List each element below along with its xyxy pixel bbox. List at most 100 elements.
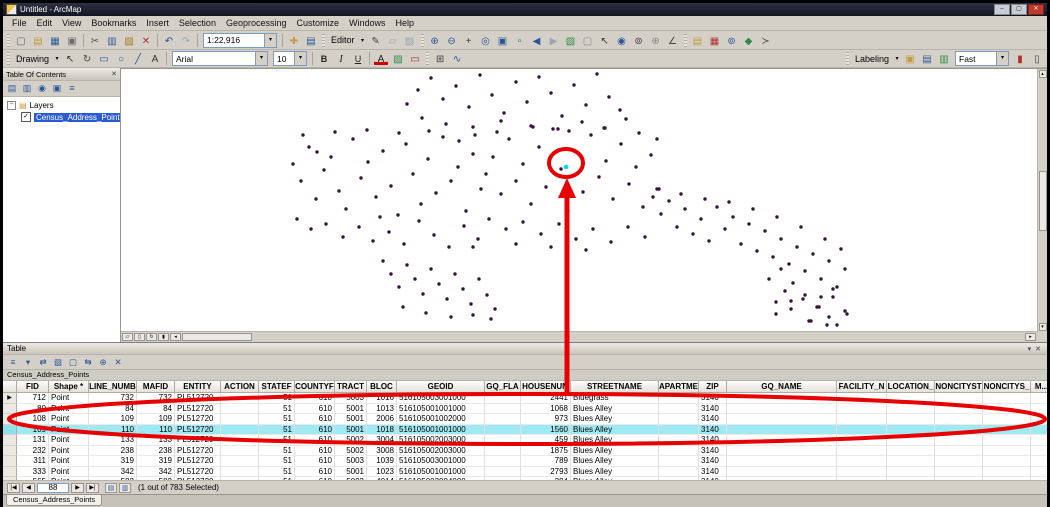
model-builder-icon[interactable]: ◆ [741,33,757,48]
dropdown-caret-icon[interactable]: ▾ [255,52,267,65]
view-unplaced-labels-icon[interactable]: ▯ [1029,51,1045,66]
row-selector[interactable] [3,435,17,446]
list-by-source-icon[interactable]: ▥ [20,82,34,95]
delete-icon[interactable]: ✕ [138,33,154,48]
menu-bookmarks[interactable]: Bookmarks [86,18,141,28]
column-header-countyf[interactable]: COUNTYF [295,381,335,393]
table-row[interactable]: 232Point238238PL512720516105002300851610… [3,446,1047,457]
layout-view-icon[interactable]: ▯ [134,333,145,341]
toc-close-icon[interactable]: ✕ [111,70,117,78]
search-icon[interactable]: ⊚ [724,33,740,48]
paste-icon[interactable]: ▨ [121,33,137,48]
text-tool-icon[interactable]: A [147,51,163,66]
show-all-records-button[interactable]: ▤ [105,483,117,493]
map-horizontal-scrollbar[interactable]: ▱ ▯ ↻ ▮ ◂ ▸ [121,331,1037,342]
column-header-shape-[interactable]: Shape * [49,381,89,393]
list-by-selection-icon[interactable]: ▣ [50,82,64,95]
delete-selected-icon[interactable]: ✕ [111,356,125,368]
pause-labeling-icon[interactable]: ▮ [1012,51,1028,66]
line-tool-icon[interactable]: ╱ [130,51,146,66]
maximize-button[interactable]: ▢ [1011,4,1027,15]
edit-vertices-icon[interactable]: ▱ [385,33,401,48]
add-data-icon[interactable]: ✚ [286,33,302,48]
zoom-to-selected-icon[interactable]: ⊕ [96,356,110,368]
menu-help[interactable]: Help [391,18,420,28]
map-scale-combo[interactable]: 1:22,916▾ [203,33,277,48]
layer-visibility-checkbox[interactable]: ✓ [21,112,31,122]
pan-icon[interactable]: + [461,33,477,48]
toc-options-icon[interactable]: ≡ [65,82,79,95]
trace-icon[interactable]: ∿ [449,51,465,66]
arc-catalog-icon[interactable]: ▤ [690,33,706,48]
rectangle-tool-icon[interactable]: ▭ [96,51,112,66]
menu-selection[interactable]: Selection [174,18,221,28]
menu-windows[interactable]: Windows [344,18,391,28]
next-record-button[interactable]: ▶ [71,483,84,493]
back-extent-icon[interactable]: ◀ [529,33,545,48]
toolbar-grip[interactable] [426,52,429,65]
record-number-input[interactable] [37,483,69,493]
measure-icon[interactable]: ∠ [665,33,681,48]
create-features-icon[interactable]: ▧ [402,33,418,48]
column-header-geoid[interactable]: GEOID [397,381,485,393]
map-view[interactable]: ▱ ▯ ↻ ▮ ◂ ▸ ▴ ▾ [121,68,1047,342]
menu-insert[interactable]: Insert [141,18,174,28]
select-elements-icon[interactable]: ↖ [597,33,613,48]
column-header-tract[interactable]: TRACT [335,381,367,393]
collapse-expander-icon[interactable]: − [7,101,16,110]
scroll-up-icon[interactable]: ▴ [1039,70,1047,78]
column-header-noncitys-[interactable]: NONCITYS_ [983,381,1031,393]
toolbar-grip[interactable] [7,34,10,47]
list-by-visibility-icon[interactable]: ◉ [35,82,49,95]
zoom-out-icon[interactable]: ⊖ [444,33,460,48]
column-header-noncityst[interactable]: NONCITYST [935,381,983,393]
menu-customize[interactable]: Customize [292,18,345,28]
toolbar-grip[interactable] [322,34,325,47]
select-features-icon[interactable]: ▧ [563,33,579,48]
table-tab-census-address-points[interactable]: Census_Address_Points [6,495,102,506]
select-elements-icon[interactable]: ↖ [62,51,78,66]
rotate-tool-icon[interactable]: ↻ [79,51,95,66]
full-extent-icon[interactable]: ◎ [478,33,494,48]
table-dock-icon[interactable]: ▾ [1026,346,1034,353]
switch-selection-icon[interactable]: ⇆ [81,356,95,368]
table-row[interactable]: 311Point319319PL512720516105003103951610… [3,456,1047,467]
map-vertical-scrollbar[interactable]: ▴ ▾ [1037,69,1047,332]
related-tables-icon[interactable]: ⇄ [36,356,50,368]
row-selector[interactable]: ▶ [3,393,17,404]
clear-selection-icon[interactable]: ▢ [580,33,596,48]
dropdown-caret-icon[interactable]: ▾ [53,55,61,62]
font-combo[interactable]: Arial▾ [172,51,268,66]
column-header-apartme[interactable]: APARTME [659,381,699,393]
save-icon[interactable]: ▦ [47,33,63,48]
find-icon[interactable]: ⊚ [631,33,647,48]
scroll-left-icon[interactable]: ◂ [170,333,181,341]
toolbar-grip[interactable] [421,34,424,47]
scroll-down-icon[interactable]: ▾ [1039,323,1047,331]
editor-menu[interactable]: Editor [328,35,358,45]
column-header-entity[interactable]: ENTITY [175,381,221,393]
toolbar-grip[interactable] [846,52,849,65]
go-to-xy-icon[interactable]: ⊕ [648,33,664,48]
identify-icon[interactable]: ◉ [614,33,630,48]
copy-icon[interactable]: ▥ [104,33,120,48]
labeling-menu[interactable]: Labeling [852,54,892,64]
select-by-attributes-icon[interactable]: ▧ [51,356,65,368]
table-close-icon[interactable]: ✕ [1033,346,1043,353]
dropdown-caret-icon[interactable]: ▾ [264,34,276,47]
fill-color-icon[interactable]: ▨ [390,51,406,66]
python-icon[interactable]: ≻ [758,33,774,48]
column-header-gq-name[interactable]: GQ_NAME [727,381,837,393]
table-row[interactable]: 333Point342342PL512720516105001102351610… [3,467,1047,478]
column-header-streetname[interactable]: STREETNAME [571,381,659,393]
font-color-icon[interactable]: A [373,51,389,66]
last-record-button[interactable]: ▶| [86,483,99,493]
row-selector[interactable] [3,425,17,436]
column-header-bloc[interactable]: BLOC [367,381,397,393]
arc-toolbox-icon[interactable]: ▦ [707,33,723,48]
toc-layer-census-address-points[interactable]: ✓ Census_Address_Points [3,111,120,123]
italic-button[interactable]: I [333,51,349,66]
new-document-icon[interactable]: ▢ [13,33,29,48]
scrollbar-thumb[interactable] [1039,171,1047,231]
label-priority-icon[interactable]: ▤ [919,51,935,66]
